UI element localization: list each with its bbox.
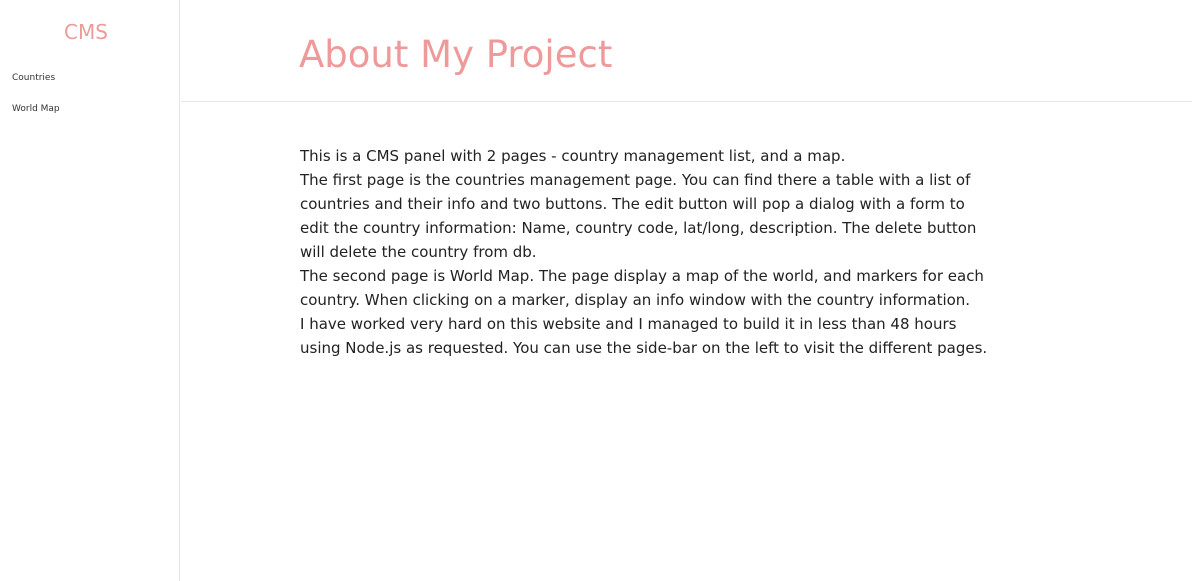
sidebar-item-countries[interactable]: Countries (0, 69, 179, 100)
paragraph-intro: This is a CMS panel with 2 pages - count… (300, 147, 846, 165)
main-area: About My Project This is a CMS panel wit… (181, 0, 1192, 581)
app: CMS Countries World Map About My Project… (0, 0, 1192, 581)
sidebar: CMS Countries World Map (0, 0, 180, 581)
sidebar-nav: Countries World Map (0, 69, 179, 131)
page-title: About My Project (299, 33, 613, 76)
paragraph-closing: I have worked very hard on this website … (300, 315, 988, 357)
page-header: About My Project (181, 0, 1192, 102)
about-content: This is a CMS panel with 2 pages - count… (300, 144, 990, 360)
paragraph-countries-page: The first page is the countries manageme… (300, 171, 977, 261)
brand-logo[interactable]: CMS (0, 20, 172, 44)
paragraph-world-map-page: The second page is World Map. The page d… (300, 267, 984, 309)
sidebar-item-world-map[interactable]: World Map (0, 100, 179, 131)
